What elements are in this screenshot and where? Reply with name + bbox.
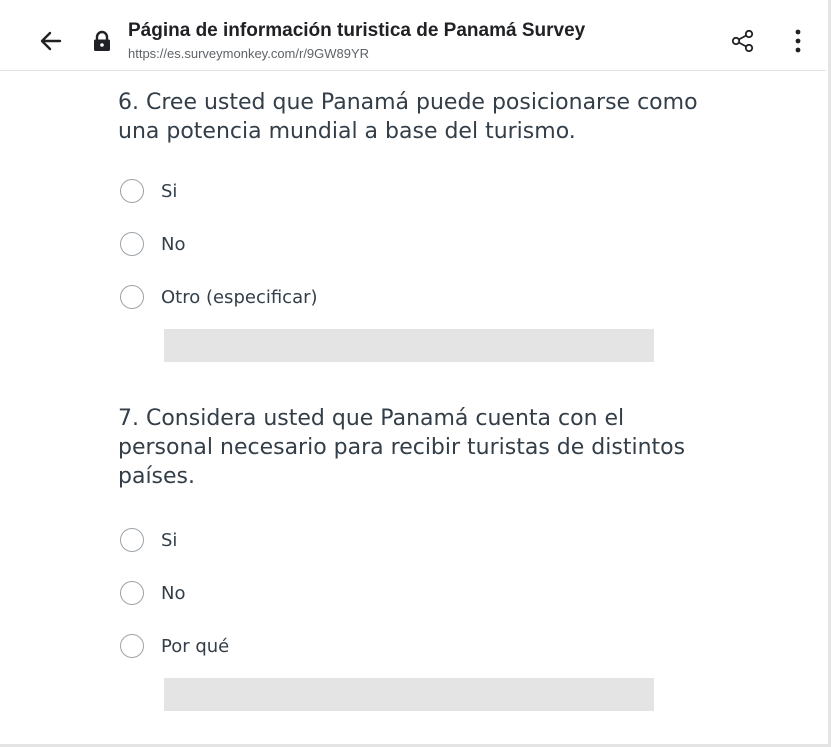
option-label: Si bbox=[161, 529, 178, 551]
option-label: Por qué bbox=[161, 635, 230, 657]
radio-button[interactable] bbox=[120, 581, 144, 605]
q7-option-no[interactable]: No bbox=[120, 578, 185, 608]
share-button[interactable] bbox=[730, 28, 756, 54]
more-options-button[interactable] bbox=[788, 26, 808, 56]
page-url[interactable]: https://es.surveymonkey.com/r/9GW89YR bbox=[128, 46, 369, 61]
q7-why-input[interactable] bbox=[164, 678, 654, 711]
option-label: Si bbox=[161, 180, 178, 202]
browser-toolbar: Página de información turistica de Panam… bbox=[0, 0, 826, 71]
radio-button[interactable] bbox=[120, 634, 144, 658]
more-vert-icon bbox=[795, 29, 801, 53]
option-label: No bbox=[161, 582, 186, 604]
option-label: Otro (especificar) bbox=[161, 286, 318, 308]
back-button[interactable] bbox=[34, 24, 68, 58]
radio-button[interactable] bbox=[120, 285, 144, 309]
q6-option-other[interactable]: Otro (especificar) bbox=[120, 282, 318, 312]
share-icon bbox=[731, 29, 754, 53]
q6-option-si[interactable]: Si bbox=[120, 176, 177, 206]
q6-other-input[interactable] bbox=[164, 329, 654, 362]
question-7-text: 7. Considera usted que Panamá cuenta con… bbox=[118, 406, 686, 489]
lock-icon bbox=[92, 30, 112, 52]
radio-button[interactable] bbox=[120, 232, 144, 256]
q7-option-si[interactable]: Si bbox=[120, 525, 177, 555]
radio-button[interactable] bbox=[120, 179, 144, 203]
arrow-left-icon bbox=[40, 31, 62, 51]
page-title: Página de información turistica de Panam… bbox=[128, 20, 586, 41]
q7-option-why[interactable]: Por qué bbox=[120, 631, 229, 661]
radio-button[interactable] bbox=[120, 528, 144, 552]
browser-frame: Página de información turistica de Panam… bbox=[0, 0, 831, 747]
q6-option-no[interactable]: No bbox=[120, 229, 185, 259]
question-6-text: 6. Cree usted que Panamá puede posiciona… bbox=[118, 90, 698, 144]
option-label: No bbox=[161, 233, 186, 255]
